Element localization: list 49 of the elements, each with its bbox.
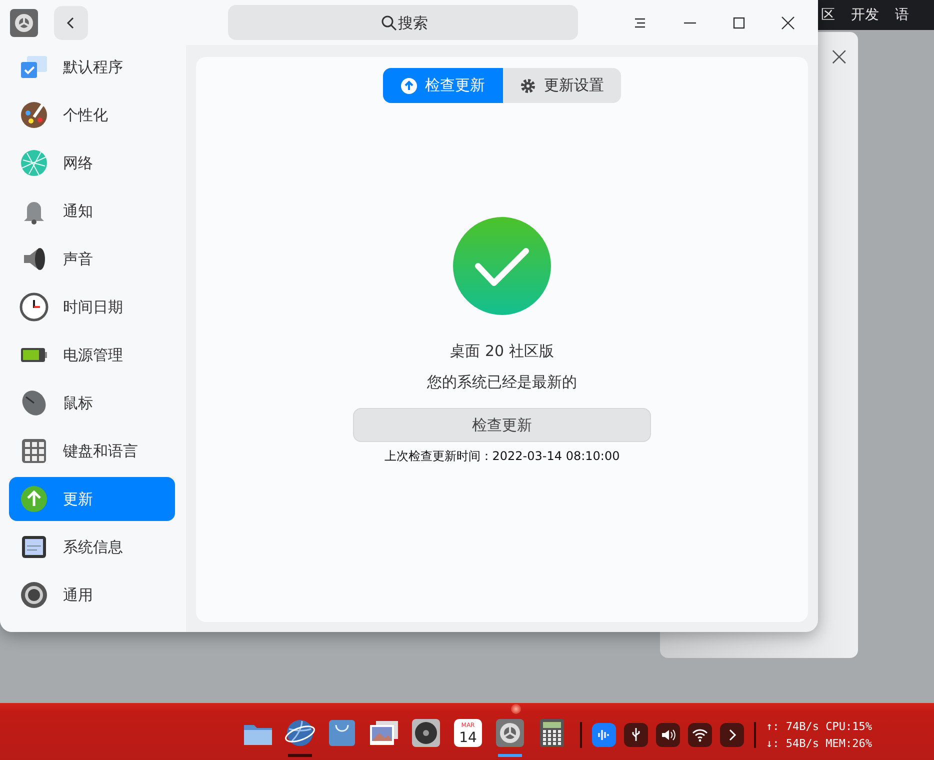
- tray-button[interactable]: [720, 722, 744, 746]
- settings-icon: [494, 716, 526, 748]
- sidebar-item[interactable]: 鼠标: [9, 381, 175, 425]
- last-check-text: 上次检查更新时间：2022-03-14 08:10:00: [384, 448, 620, 465]
- sidebar-item[interactable]: 网络: [9, 141, 175, 185]
- sidebar-item[interactable]: 时间日期: [9, 285, 175, 329]
- globe-icon: [19, 148, 49, 178]
- menu-item[interactable]: 语: [895, 6, 909, 24]
- palette-icon: [19, 100, 49, 130]
- sidebar-item[interactable]: 默认程序: [9, 45, 175, 89]
- menu-icon: [633, 16, 647, 30]
- edition-text: 桌面 20 社区版: [450, 342, 554, 361]
- wifi-icon: [692, 726, 708, 742]
- gear-icon: [19, 580, 49, 610]
- sidebar-item[interactable]: 更新: [9, 477, 175, 521]
- minimize-icon: [684, 22, 696, 24]
- tray-button[interactable]: [592, 722, 616, 746]
- sidebar-item[interactable]: 通用: [9, 573, 175, 617]
- clock-icon: [19, 292, 49, 322]
- settings-icon: [10, 8, 38, 36]
- system-stat: ↓: 54B/s MEM:26%: [766, 736, 872, 750]
- menu-item[interactable]: 开发: [851, 6, 879, 24]
- tray-button[interactable]: [624, 722, 648, 746]
- sidebar-item[interactable]: 电源管理: [9, 333, 175, 377]
- tab[interactable]: 更新设置: [503, 68, 621, 103]
- calendar-day: 14: [459, 730, 477, 746]
- tray-button[interactable]: [688, 722, 712, 746]
- back-button[interactable]: [54, 6, 88, 40]
- sidebar-item[interactable]: 声音: [9, 237, 175, 281]
- close-icon: [781, 16, 795, 30]
- sidebar-item[interactable]: 个性化: [9, 93, 175, 137]
- menu-item[interactable]: 区: [821, 6, 835, 24]
- system-stat: ↑: 74B/s CPU:15%: [766, 720, 872, 732]
- sidebar-item[interactable]: 通知: [9, 189, 175, 233]
- sidebar-item[interactable]: 系统信息: [9, 525, 175, 569]
- sidebar-item[interactable]: 键盘和语言: [9, 429, 175, 473]
- record-player-icon: [410, 716, 442, 748]
- gear-icon: [520, 78, 536, 94]
- check-update-button[interactable]: 检查更新: [353, 408, 651, 442]
- close-icon[interactable]: ×: [828, 44, 850, 70]
- checkmark-icon: [452, 216, 552, 316]
- maximize-icon: [732, 16, 746, 30]
- status-message: 您的系统已经是最新的: [427, 373, 577, 392]
- glow-dot: [511, 704, 521, 714]
- keyboard-icon: [19, 436, 49, 466]
- tab[interactable]: 检查更新: [383, 68, 503, 103]
- search-field[interactable]: 搜索: [228, 5, 578, 40]
- search-icon: [381, 15, 397, 31]
- tray-button[interactable]: [656, 722, 680, 746]
